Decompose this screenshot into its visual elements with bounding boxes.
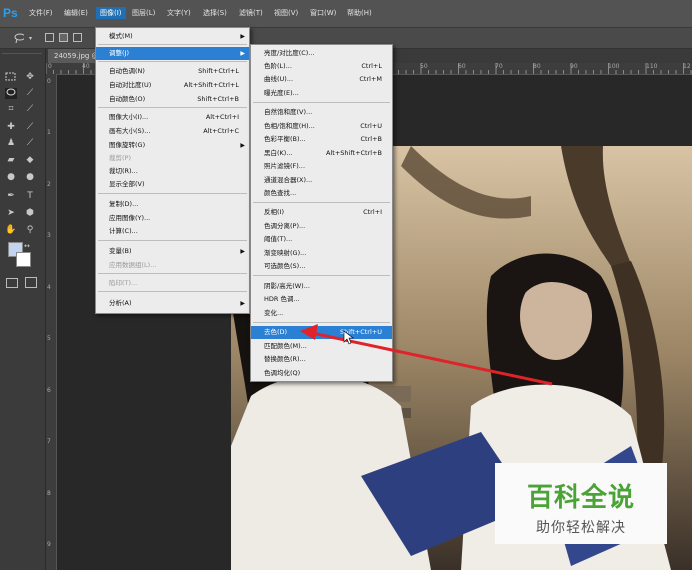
watermark-subtitle: 助你轻松解决 — [536, 520, 626, 536]
watermark: 百科全说 助你轻松解决 — [495, 463, 667, 544]
watermark-title: 百科全说 — [526, 483, 635, 513]
annotation-arrowhead-icon — [300, 324, 318, 340]
